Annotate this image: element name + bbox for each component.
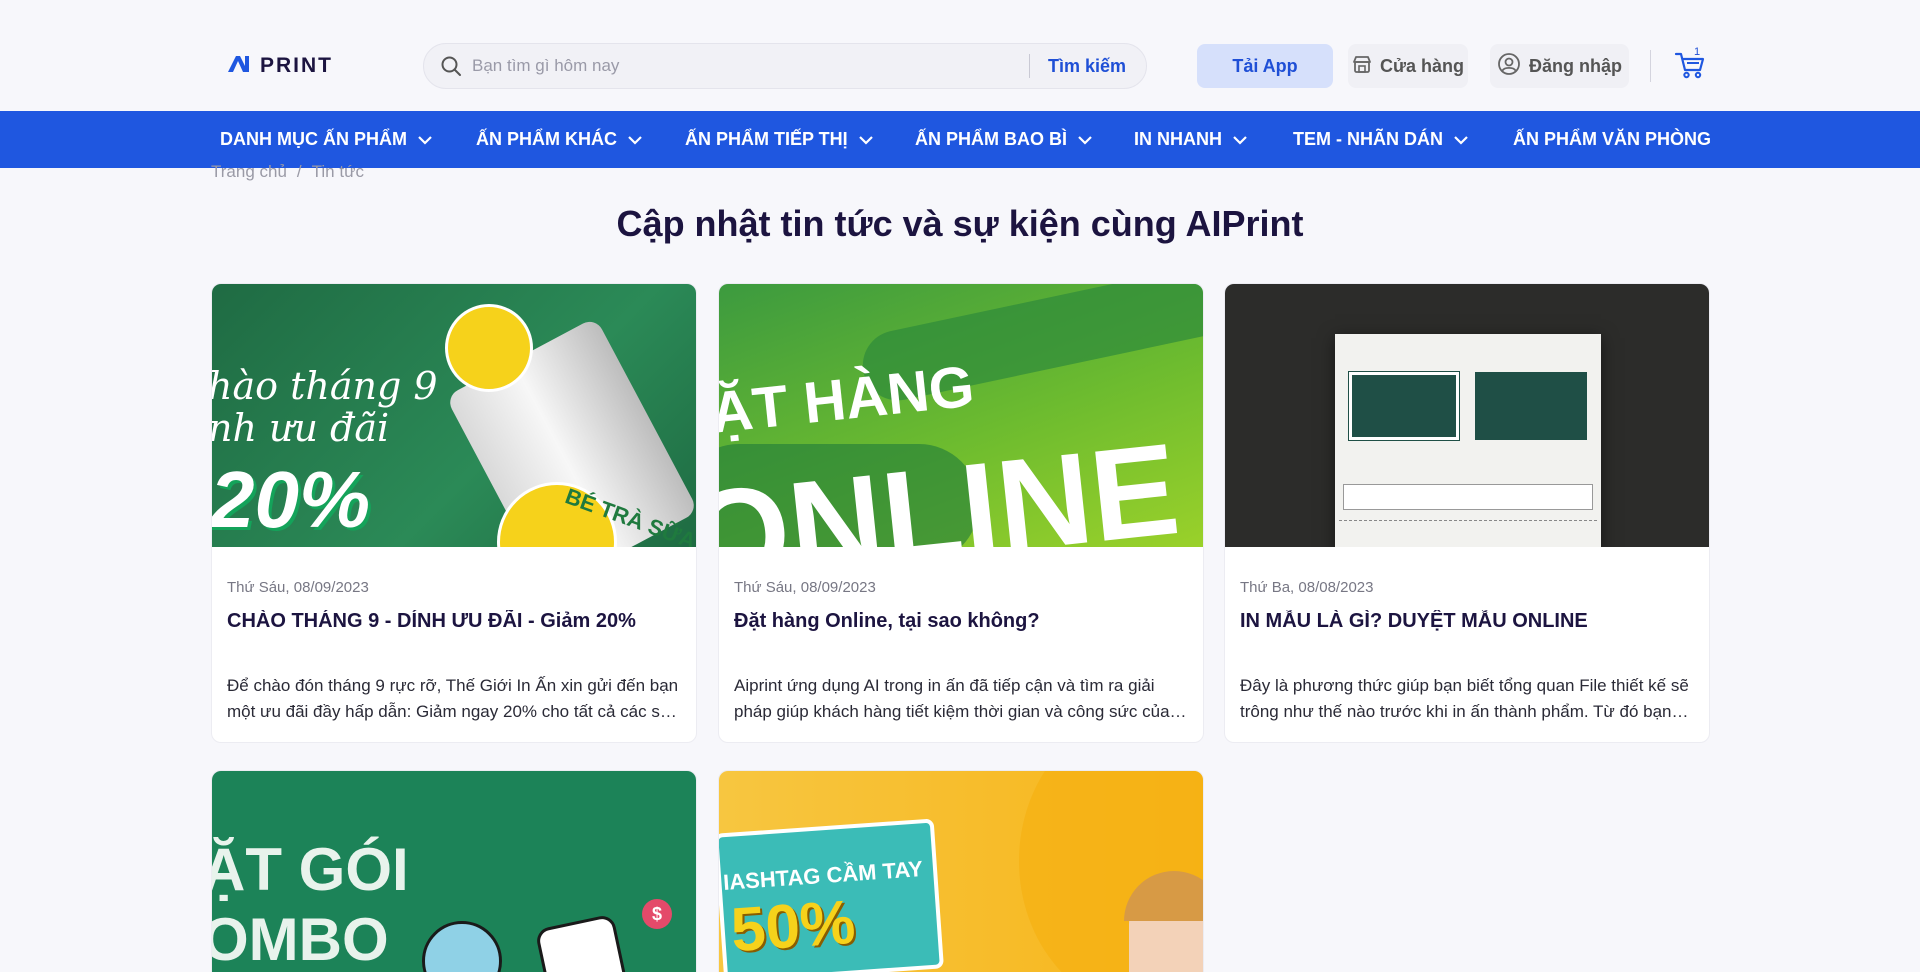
nav-item-danh-muc[interactable]: DANH MỤC ẤN PHẨM [220,111,433,168]
image-caption: nh ưu đãi [212,406,390,450]
cut-line [1339,520,1597,521]
chevron-down-icon [628,135,642,145]
image-caption: hào tháng 9 [212,364,438,408]
site-header: PRINT Tìm kiếm Tải App Cửa hàng Đăng nhậ… [0,0,1920,111]
search-input[interactable] [462,44,1029,88]
image-caption: 20% [212,455,371,544]
breadcrumb: Trang chủ / Tin tức [211,162,364,182]
nav-item-in-nhanh[interactable]: IN NHANH [1134,111,1248,168]
paper-sheet [1335,334,1601,547]
nav-item-an-pham-khac[interactable]: ẤN PHẨM KHÁC [476,111,643,168]
header-divider [1650,50,1651,82]
nav-item-label: ẤN PHẨM BAO BÌ [915,129,1067,149]
article-image: ẶT GÓI OMBO $ [212,771,696,972]
article-card[interactable]: ẶT HÀNG ONLINE Thứ Sáu, 08/09/2023 Đặt h… [718,283,1204,743]
cart-button[interactable] [1673,48,1707,82]
article-card[interactable]: Thứ Ba, 08/08/2023 IN MẪU LÀ GÌ? DUYỆT M… [1224,283,1710,743]
article-title[interactable]: Đặt hàng Online, tại sao không? [734,610,1188,633]
box-shape [534,913,630,972]
money-badge-icon: $ [642,899,672,929]
cart-count-badge: 1 [1694,46,1701,58]
search-bar: Tìm kiếm [423,43,1147,89]
article-image: ẶT HÀNG ONLINE [719,284,1203,547]
article-date: Thứ Sáu, 08/09/2023 [734,579,876,596]
article-excerpt: Để chào đón tháng 9 rực rỡ, Thế Giới In … [227,676,679,721]
nav-item-tem-nhan[interactable]: TEM - NHÃN DÁN [1293,111,1469,168]
store-icon [1352,54,1372,79]
svg-text:PRINT: PRINT [260,54,333,76]
article-title[interactable]: CHÀO THÁNG 9 - DÍNH ƯU ĐÃI - Giảm 20% [227,610,681,633]
store-button[interactable]: Cửa hàng [1348,44,1468,88]
chevron-down-icon [858,135,873,145]
search-button[interactable]: Tìm kiếm [1048,56,1126,77]
nav-item-tiep-thi[interactable]: ẤN PHẨM TIẾP THỊ [685,111,874,168]
article-date: Thứ Ba, 08/08/2023 [1240,579,1374,596]
chevron-down-icon [1454,135,1468,145]
nav-item-bao-bi[interactable]: ẤN PHẨM BAO BÌ [915,111,1093,168]
nav-item-label: ẤN PHẨM VĂN PHÒNG [1513,129,1712,149]
article-excerpt: Đây là phương thức giúp bạn biết tổng qu… [1240,676,1689,721]
user-icon [1497,52,1521,81]
article-date: Thứ Sáu, 08/09/2023 [227,579,369,596]
article-card[interactable]: ẶT GÓI OMBO $ [211,770,697,972]
character-shape [422,921,502,972]
download-app-button[interactable]: Tải App [1197,44,1333,88]
image-caption: ẶT HÀNG [719,353,978,446]
breadcrumb-separator: / [296,162,302,181]
order-strip [1343,484,1593,510]
page-title: Cập nhật tin tức và sự kiện cùng AIPrint [616,203,1304,244]
search-icon [440,55,462,77]
nav-item-label: IN NHANH [1134,129,1222,149]
chevron-down-icon [1233,135,1247,145]
nav-item-label: TEM - NHÃN DÁN [1293,129,1443,149]
nav-item-label: DANH MỤC ẤN PHẨM [220,129,407,149]
search-divider [1028,54,1030,78]
cart-icon [1674,52,1705,79]
image-caption: ẶT GÓI [212,836,409,903]
nav-item-label: ẤN PHẨM KHÁC [476,129,617,149]
article-excerpt: Aiprint ứng dụng AI trong in ấn đã tiếp … [734,676,1170,721]
download-app-label: Tải App [1232,55,1298,76]
chevron-down-icon [1078,135,1092,145]
nav-item-van-phong[interactable]: ẤN PHẨM VĂN PHÒNG [1513,111,1711,168]
article-title[interactable]: IN MẪU LÀ GÌ? DUYỆT MẪU ONLINE [1240,610,1694,633]
image-caption: OMBO [212,906,389,972]
breadcrumb-home[interactable]: Trang chủ [211,162,287,181]
login-button[interactable]: Đăng nhập [1490,44,1629,88]
nav-item-label: ẤN PHẨM TIẾP THỊ [685,129,848,149]
business-card-front [1348,371,1460,441]
login-label: Đăng nhập [1529,55,1622,76]
article-image: IASHTAG CẦM TAY 50% [719,771,1203,972]
logo[interactable]: PRINT [226,52,356,76]
article-image: BÉ TRÀ SỮA hào tháng 9 nh ưu đãi 20% [212,284,696,547]
image-caption: 50% [728,887,858,966]
sticker-shape [445,304,533,392]
business-card-back [1475,372,1587,440]
main-nav: DANH MỤC ẤN PHẨM ẤN PHẨM KHÁC ẤN PHẨM TI… [0,111,1920,168]
store-label: Cửa hàng [1379,55,1465,76]
chevron-down-icon [418,135,432,145]
article-image [1225,284,1709,547]
article-card[interactable]: BÉ TRÀ SỮA hào tháng 9 nh ưu đãi 20% Thứ… [211,283,697,743]
aiprint-logo-icon: PRINT [228,54,333,76]
article-card[interactable]: IASHTAG CẦM TAY 50% [718,770,1204,972]
image-caption: ONLINE [719,415,1186,547]
breadcrumb-current: Tin tức [311,162,364,181]
